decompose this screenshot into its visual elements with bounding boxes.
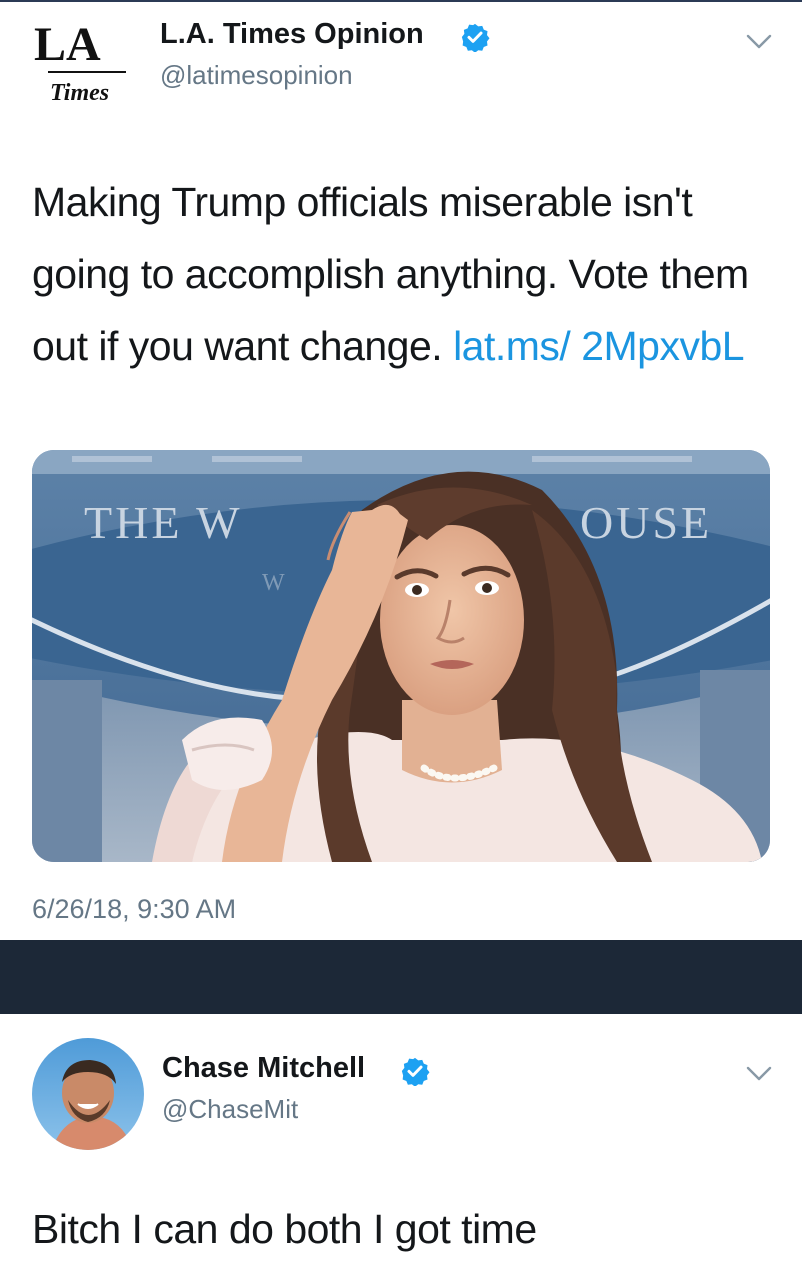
- author-handle[interactable]: @ChaseMit: [162, 1094, 298, 1125]
- chevron-down-icon[interactable]: [746, 1066, 772, 1082]
- svg-text:Times: Times: [50, 80, 109, 106]
- chevron-down-icon[interactable]: [746, 34, 772, 50]
- tweet-chasemit[interactable]: Chase Mitchell @ChaseMit Bitch I can do …: [0, 1014, 802, 1286]
- tweet-text: Bitch I can do both I got time: [32, 1206, 537, 1252]
- latimes-logo[interactable]: LA Times: [30, 14, 138, 106]
- tweet-link[interactable]: lat.ms/ 2MpxvbL: [453, 323, 745, 369]
- verified-badge-icon: [461, 23, 490, 52]
- tweet-media-image[interactable]: THE W OUSE W: [32, 450, 770, 862]
- tweet-timestamp[interactable]: 6/26/18, 9:30 AM: [32, 894, 236, 925]
- author-handle[interactable]: @latimesopinion: [160, 60, 353, 91]
- tweet-latimes[interactable]: LA Times L.A. Times Opinion @latimesopin…: [0, 0, 802, 940]
- verified-badge-icon: [401, 1057, 430, 1086]
- svg-text:W: W: [262, 570, 285, 596]
- avatar-photo: [32, 1038, 144, 1150]
- svg-text:THE W: THE W: [84, 497, 243, 548]
- press-briefing-photo: THE W OUSE W: [32, 450, 770, 862]
- divider-band: [0, 940, 802, 1014]
- avatar[interactable]: [32, 1038, 144, 1150]
- svg-text:LA: LA: [34, 18, 101, 71]
- tweet-text: Making Trump officials miserable isn't g…: [32, 166, 772, 382]
- author-display-name[interactable]: Chase Mitchell: [162, 1052, 365, 1085]
- author-display-name[interactable]: L.A. Times Opinion: [160, 18, 424, 51]
- svg-text:OUSE: OUSE: [580, 497, 712, 548]
